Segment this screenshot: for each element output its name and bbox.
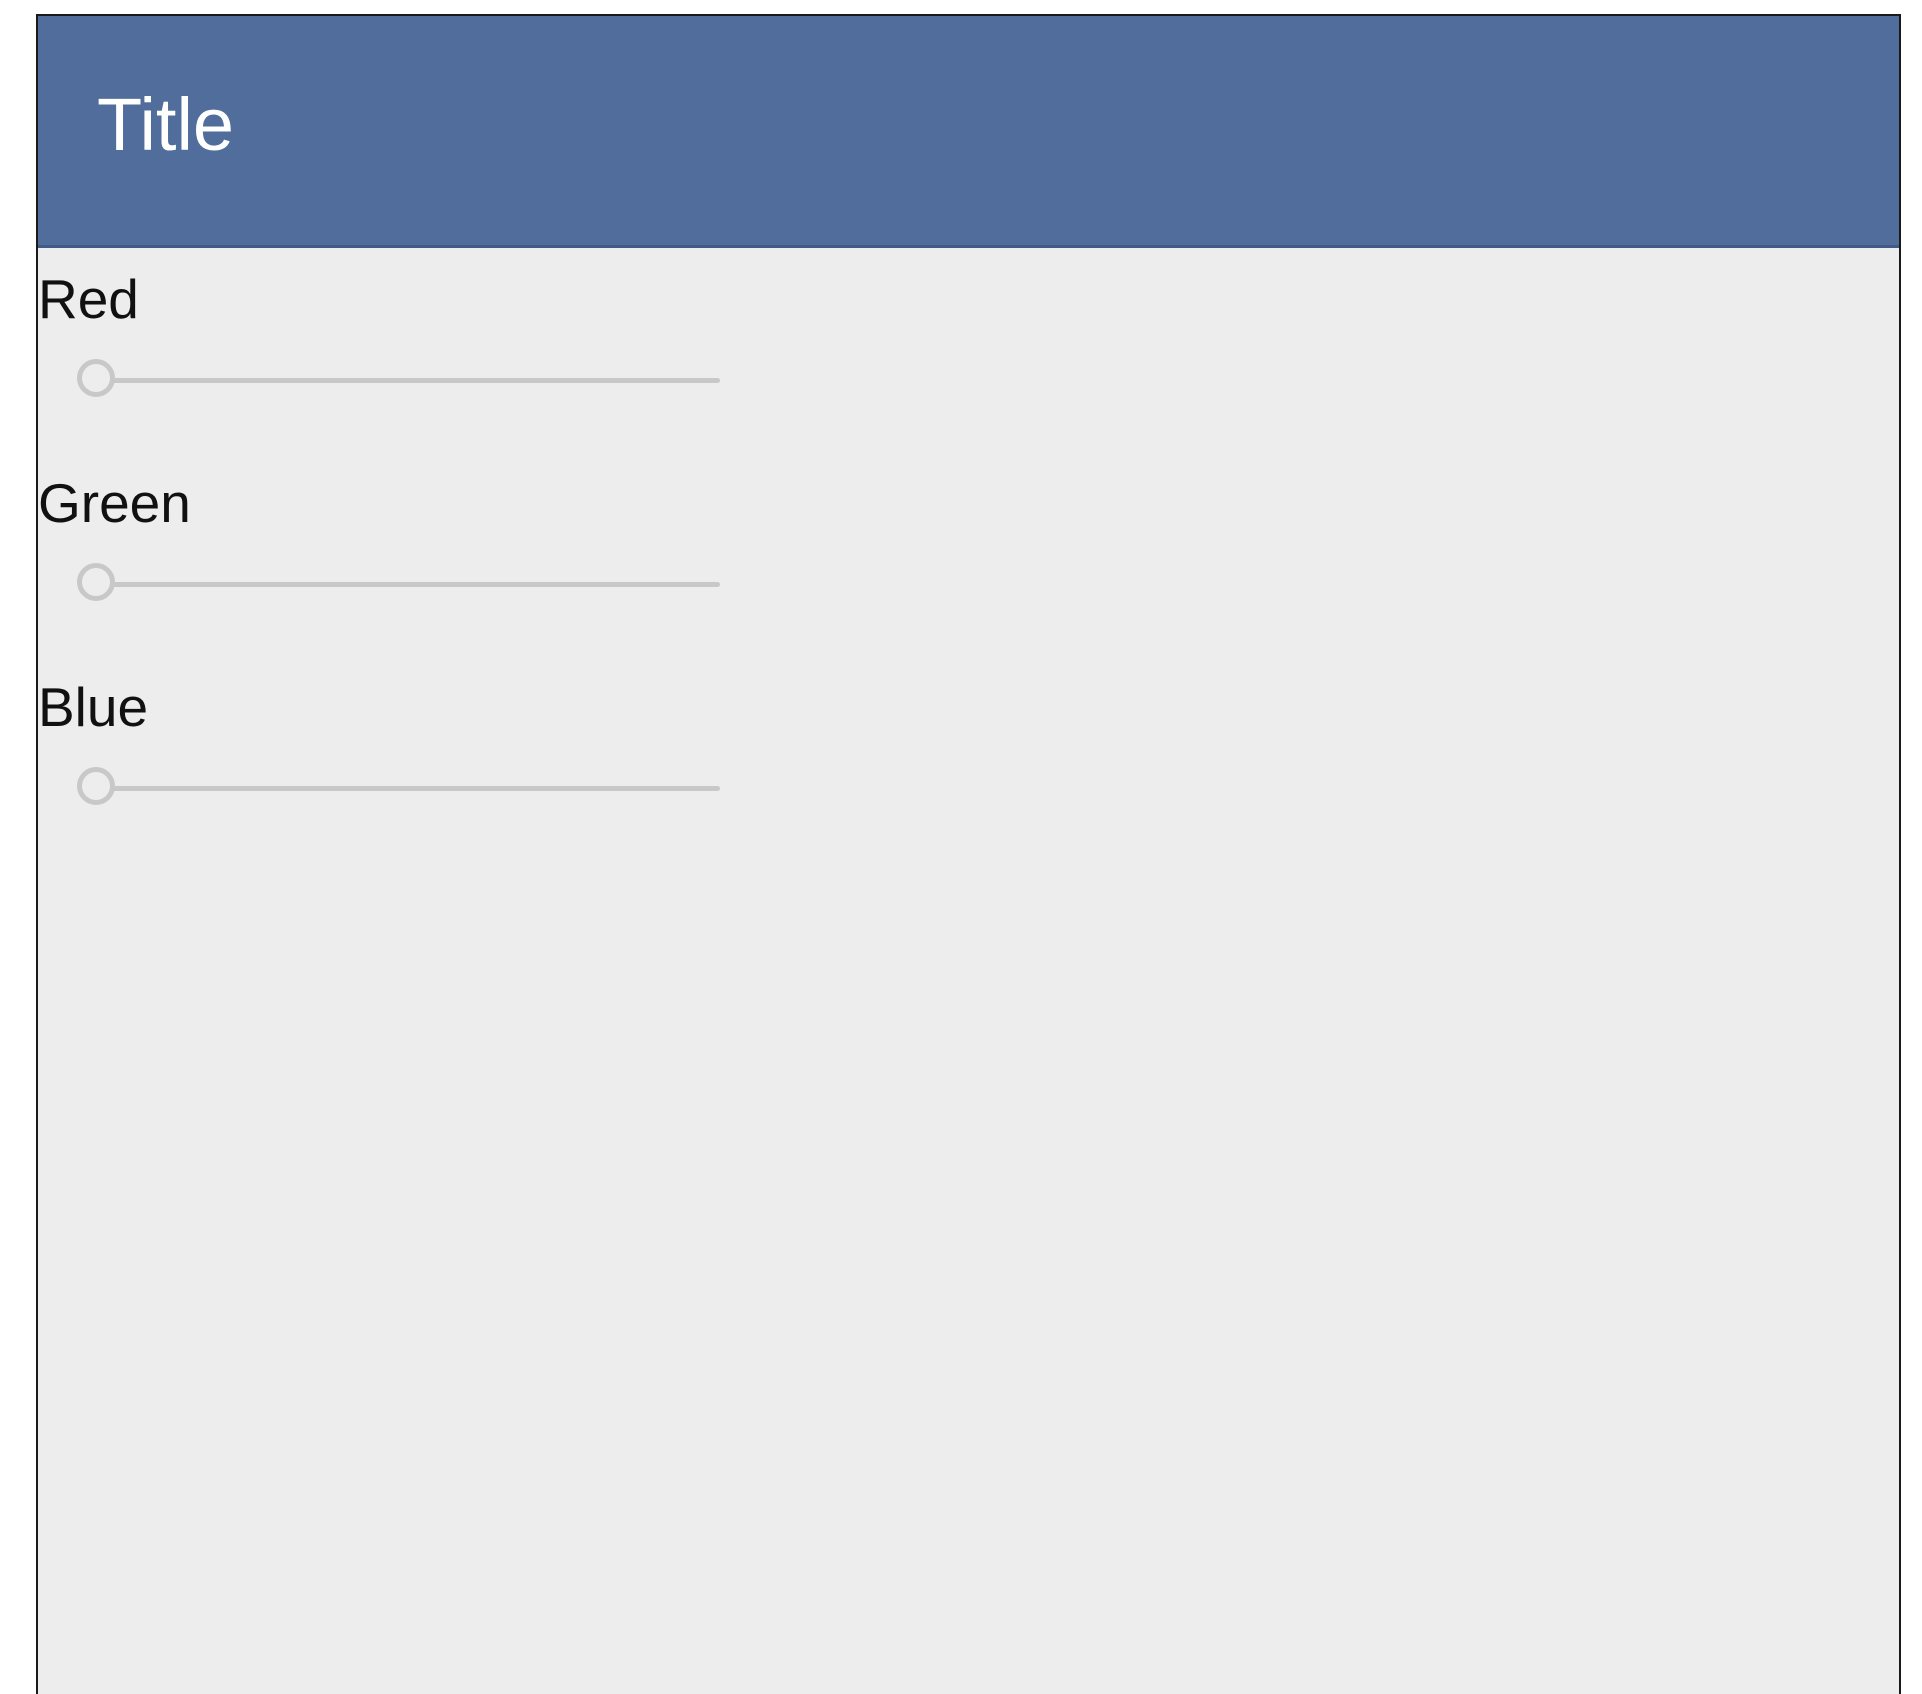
green-control: Green xyxy=(38,476,798,676)
green-slider[interactable] xyxy=(76,560,722,610)
green-slider-thumb[interactable] xyxy=(77,563,115,601)
red-slider-track[interactable] xyxy=(96,378,720,383)
green-label: Green xyxy=(38,472,191,534)
blue-label: Blue xyxy=(38,676,149,738)
green-slider-track[interactable] xyxy=(96,582,720,587)
red-slider[interactable] xyxy=(76,356,722,406)
blue-control: Blue xyxy=(38,680,798,880)
blue-slider[interactable] xyxy=(76,764,722,814)
red-control: Red xyxy=(38,272,798,472)
blue-slider-thumb[interactable] xyxy=(77,767,115,805)
app-bar: Title xyxy=(38,16,1899,248)
blue-slider-track[interactable] xyxy=(96,786,720,791)
app-window: Title Red Green Blue xyxy=(36,14,1901,1694)
red-label: Red xyxy=(38,268,139,330)
page-title: Title xyxy=(97,83,235,166)
red-slider-thumb[interactable] xyxy=(77,359,115,397)
